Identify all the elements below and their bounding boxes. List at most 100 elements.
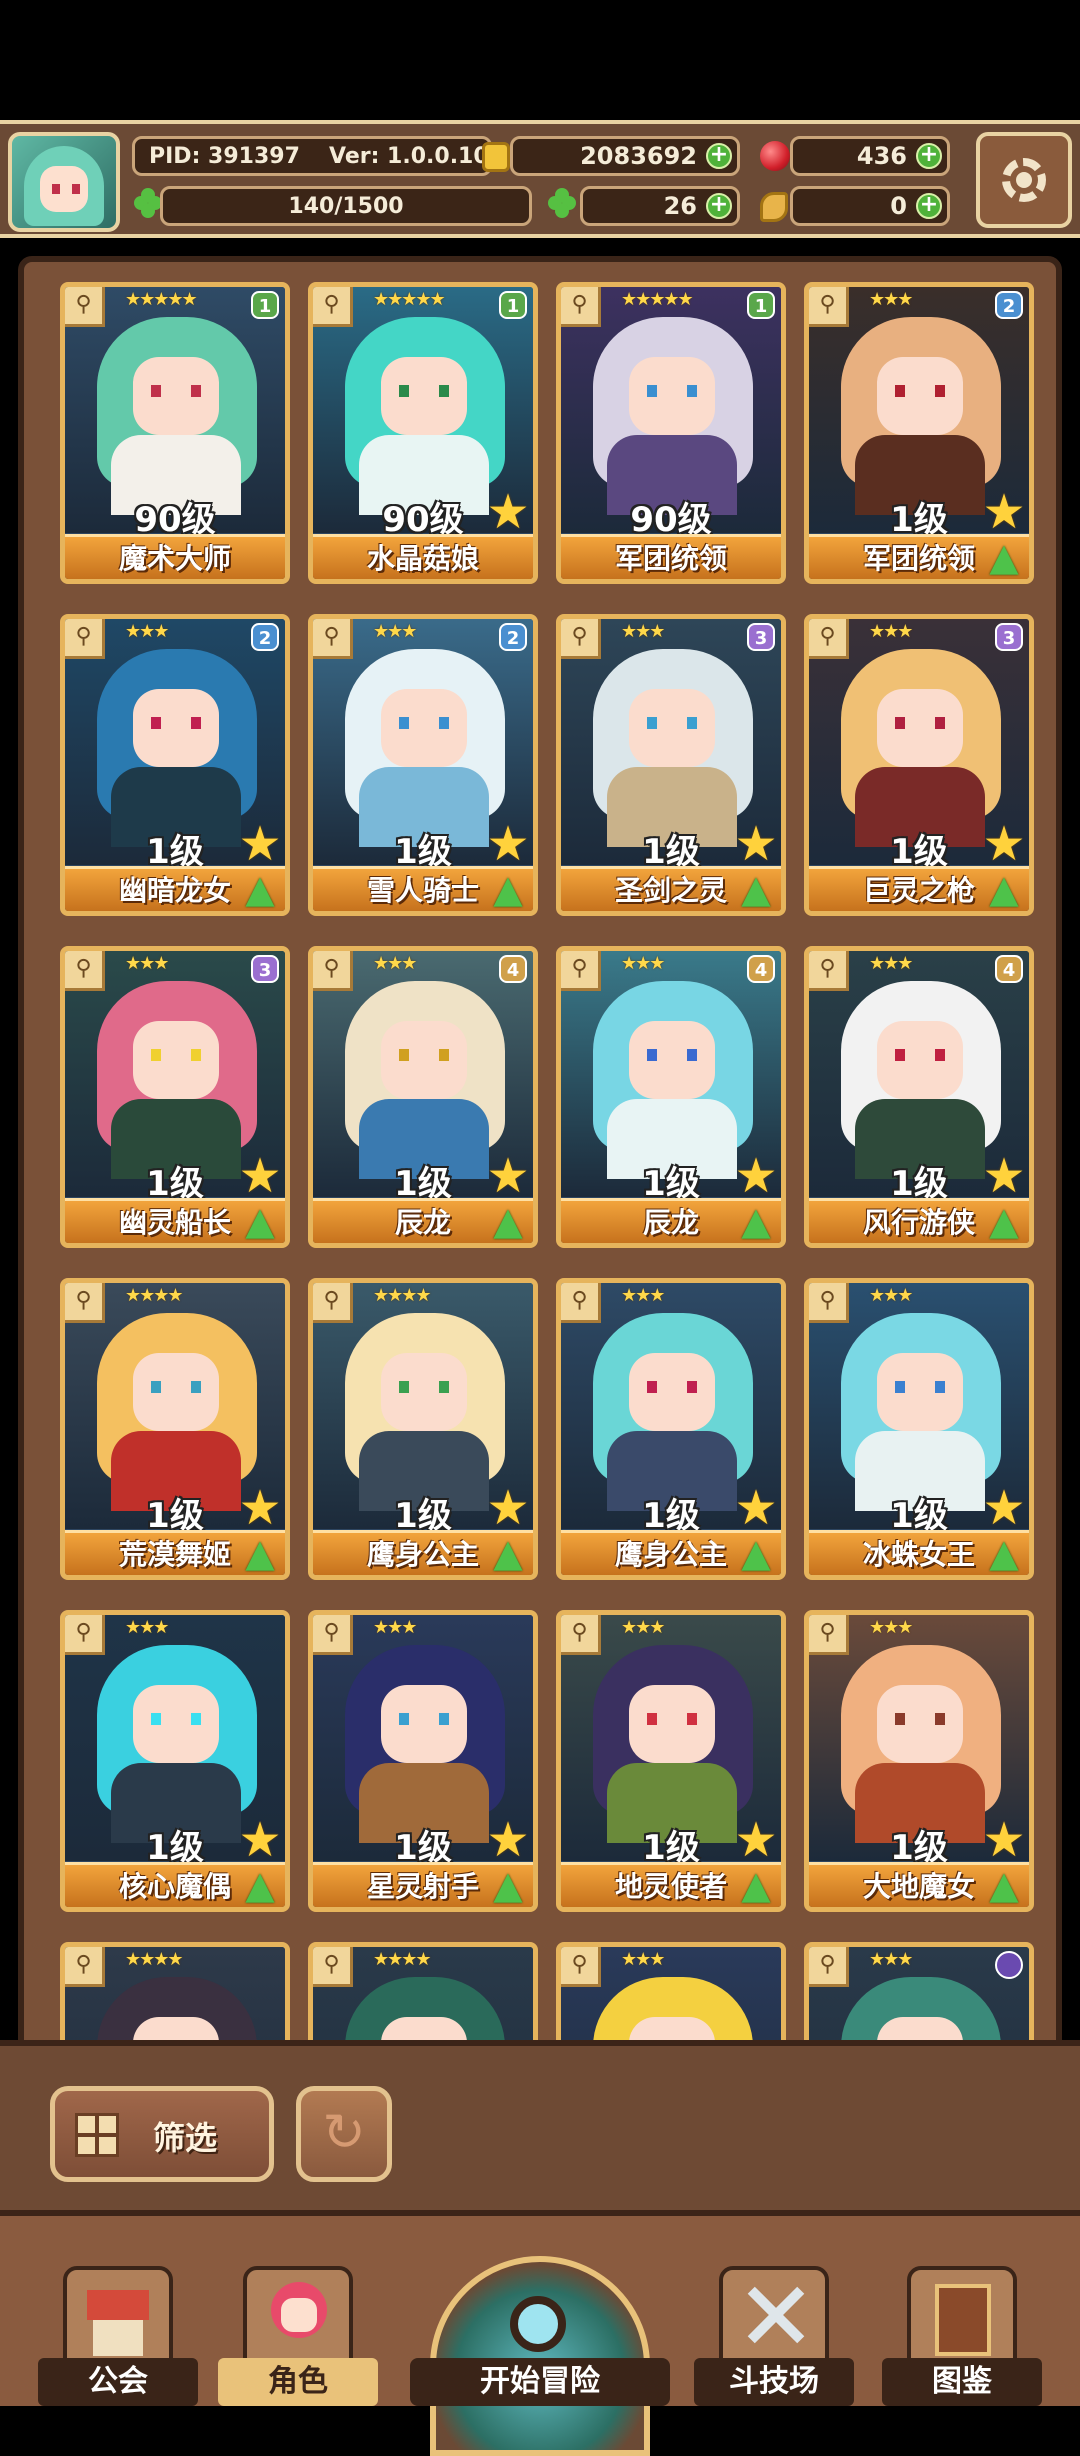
character-card[interactable]: ⚲ ★★★ xyxy=(556,1942,786,2050)
character-eye xyxy=(151,385,161,397)
star-upgrade-icon: ★ xyxy=(238,1812,282,1868)
character-card[interactable]: ⚲ ★★★★★ 1 90级 水晶菇娘 ★ xyxy=(308,282,538,584)
character-card[interactable]: ⚲ ★★★ xyxy=(804,1942,1034,2050)
character-face xyxy=(877,689,963,767)
character-card[interactable]: ⚲ ★★★ 2 1级 雪人骑士 ★ ▲ xyxy=(308,614,538,916)
add-gem-button[interactable]: + xyxy=(916,143,942,169)
gear-icon xyxy=(1002,158,1046,202)
star-upgrade-icon: ★ xyxy=(982,1480,1026,1536)
character-card[interactable]: ⚲ ★★★ 3 1级 幽灵船长 ★ ▲ xyxy=(60,946,290,1248)
character-eye xyxy=(151,1049,161,1061)
character-card[interactable]: ⚲ ★★★★ 1级 荒漠舞姬 ★ ▲ xyxy=(60,1278,290,1580)
rank-badge: 2 xyxy=(499,623,527,651)
add-item-button[interactable]: + xyxy=(916,193,942,219)
filter-controls: 筛选 ↻ xyxy=(0,2040,1080,2216)
class-type-icon: ⚲ xyxy=(65,1947,105,1987)
star-upgrade-icon: ★ xyxy=(486,1148,530,1204)
character-face xyxy=(877,357,963,435)
class-type-icon: ⚲ xyxy=(561,287,601,327)
add-clover-button[interactable]: + xyxy=(706,193,732,219)
level-up-arrow-icon: ▲ xyxy=(989,867,1019,911)
character-card[interactable]: ⚲ ★★★ 1级 核心魔偶 ★ ▲ xyxy=(60,1610,290,1912)
class-type-icon: ⚲ xyxy=(65,951,105,991)
character-gallery[interactable]: ⚲ ★★★★★ 1 90级 魔术大师 ⚲ ★★★★★ 1 90级 水晶菇娘 ★ ⚲ ★★★★★ 1 90级军… xyxy=(18,256,1062,2056)
refresh-button[interactable]: ↻ xyxy=(296,2086,392,2182)
character-card[interactable]: ⚲ ★★★ 1级 地灵使者 ★ ▲ xyxy=(556,1610,786,1912)
level-up-arrow-icon: ▲ xyxy=(989,1863,1019,1907)
character-eye xyxy=(935,1049,945,1061)
star-upgrade-icon: ★ xyxy=(734,1812,778,1868)
character-face xyxy=(133,1353,219,1431)
class-type-icon: ⚲ xyxy=(561,1947,601,1987)
star-upgrade-icon: ★ xyxy=(238,816,282,872)
character-face xyxy=(133,689,219,767)
character-card[interactable]: ⚲ ★★★ 2 1级 幽暗龙女 ★ ▲ xyxy=(60,614,290,916)
character-card[interactable]: ⚲ ★★★ 1级 冰蛛女王 ★ ▲ xyxy=(804,1278,1034,1580)
level-up-arrow-icon: ▲ xyxy=(245,867,275,911)
character-card[interactable]: ⚲ ★★★ 3 1级 圣剑之灵 ★ ▲ xyxy=(556,614,786,916)
level-up-arrow-icon: ▲ xyxy=(493,1531,523,1575)
star-rating: ★★★ xyxy=(621,1285,665,1306)
star-rating: ★★★★★ xyxy=(125,289,198,310)
character-card[interactable]: ⚲ ★★★ 1级 星灵射手 ★ ▲ xyxy=(308,1610,538,1912)
character-eye xyxy=(935,385,945,397)
level-up-arrow-icon: ▲ xyxy=(245,1863,275,1907)
clover-icon xyxy=(548,188,578,218)
character-card[interactable]: ⚲ ★★★★ xyxy=(60,1942,290,2050)
character-eye xyxy=(151,1713,161,1725)
star-upgrade-icon: ★ xyxy=(486,1812,530,1868)
tab-character[interactable]: 角色 xyxy=(218,2266,378,2406)
bottom-nav: 公会 角色 开始冒险 斗技场 图鉴 xyxy=(0,2210,1080,2456)
class-type-icon: ⚲ xyxy=(809,1615,849,1655)
pid-version-bar: PID: 391397 Ver: 1.0.0.10 xyxy=(132,136,492,176)
class-type-icon: ⚲ xyxy=(65,287,105,327)
character-face xyxy=(629,1353,715,1431)
character-eye xyxy=(687,1381,697,1393)
character-card[interactable]: ⚲ ★★★ 4 1级 辰龙 ★ ▲ xyxy=(308,946,538,1248)
tab-codex[interactable]: 图鉴 xyxy=(882,2266,1042,2406)
star-upgrade-icon: ★ xyxy=(982,816,1026,872)
level-up-arrow-icon: ▲ xyxy=(493,1199,523,1243)
add-gold-button[interactable]: + xyxy=(706,143,732,169)
star-rating: ★★★ xyxy=(125,621,169,642)
class-type-icon: ⚲ xyxy=(809,619,849,659)
character-eye xyxy=(439,717,449,729)
level-up-arrow-icon: ▲ xyxy=(741,867,771,911)
character-card[interactable]: ⚲ ★★★ 1级 大地魔女 ★ ▲ xyxy=(804,1610,1034,1912)
star-rating: ★★★ xyxy=(869,1949,913,1970)
star-rating: ★★★★ xyxy=(373,1285,432,1306)
character-eye xyxy=(647,1713,657,1725)
player-avatar[interactable] xyxy=(8,132,120,232)
character-eye xyxy=(399,1713,409,1725)
star-rating: ★★★ xyxy=(869,1285,913,1306)
character-eye xyxy=(687,1049,697,1061)
book-icon xyxy=(907,2266,1017,2366)
filter-button[interactable]: 筛选 xyxy=(50,2086,274,2182)
character-card[interactable]: ⚲ ★★★ 4 1级 风行游侠 ★ ▲ xyxy=(804,946,1034,1248)
character-eye xyxy=(191,717,201,729)
character-card[interactable]: ⚲ ★★★★ xyxy=(308,1942,538,2050)
character-eye xyxy=(895,385,905,397)
character-card[interactable]: ⚲ ★★★ 1级 鹰身公主 ★ ▲ xyxy=(556,1278,786,1580)
clover-value: 26 xyxy=(663,192,697,220)
start-adventure-button[interactable]: 开始冒险 xyxy=(410,2256,670,2456)
character-eye xyxy=(151,1381,161,1393)
settings-button[interactable] xyxy=(976,132,1072,228)
character-card[interactable]: ⚲ ★★★ 4 1级 辰龙 ★ ▲ xyxy=(556,946,786,1248)
character-card[interactable]: ⚲ ★★★★★ 1 90级 魔术大师 xyxy=(60,282,290,584)
character-card[interactable]: ⚲ ★★★ 3 1级 巨灵之枪 ★ ▲ xyxy=(804,614,1034,916)
character-card[interactable]: ⚲ ★★★★ 1级 鹰身公主 ★ ▲ xyxy=(308,1278,538,1580)
character-card[interactable]: ⚲ ★★★★★ 1 90级 军团统领 xyxy=(556,282,786,584)
character-card[interactable]: ⚲ ★★★ 2 1级 军团统领 ★ ▲ xyxy=(804,282,1034,584)
gem-value: 436 xyxy=(856,142,907,170)
rank-badge: 1 xyxy=(251,291,279,319)
character-eye xyxy=(687,1713,697,1725)
character-face xyxy=(381,1353,467,1431)
rank-badge: 2 xyxy=(995,291,1023,319)
character-eye xyxy=(647,1381,657,1393)
rank-badge: 3 xyxy=(995,623,1023,651)
rank-badge: 4 xyxy=(995,955,1023,983)
tab-arena[interactable]: 斗技场 xyxy=(694,2266,854,2406)
tab-guild[interactable]: 公会 xyxy=(38,2266,198,2406)
rank-badge: 1 xyxy=(499,291,527,319)
